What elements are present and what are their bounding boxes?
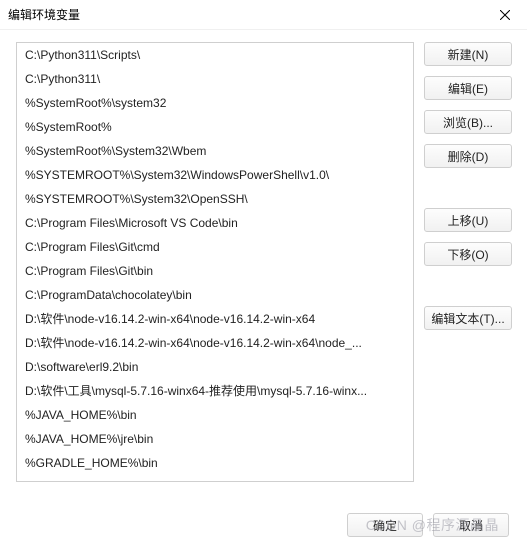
list-item[interactable]: %SYSTEMROOT%\System32\OpenSSH\ bbox=[17, 187, 413, 211]
list-item[interactable]: C:\Program Files\MongoDB\Server\6.0\bin bbox=[17, 475, 413, 482]
list-item[interactable]: C:\Python311\Scripts\ bbox=[17, 43, 413, 67]
new-button[interactable]: 新建(N) bbox=[424, 42, 512, 66]
button-column: 新建(N) 编辑(E) 浏览(B)... 删除(D) 上移(U) 下移(O) 编… bbox=[424, 42, 512, 482]
list-item[interactable]: D:\software\erl9.2\bin bbox=[17, 355, 413, 379]
list-item[interactable]: %SystemRoot% bbox=[17, 115, 413, 139]
ok-button[interactable]: 确定 bbox=[347, 513, 423, 537]
titlebar: 编辑环境变量 bbox=[0, 0, 527, 30]
close-button[interactable] bbox=[483, 0, 527, 30]
list-item[interactable]: D:\软件\工具\mysql-5.7.16-winx64-推荐使用\mysql-… bbox=[17, 379, 413, 403]
browse-button[interactable]: 浏览(B)... bbox=[424, 110, 512, 134]
list-item[interactable]: C:\Python311\ bbox=[17, 67, 413, 91]
list-item[interactable]: C:\ProgramData\chocolatey\bin bbox=[17, 283, 413, 307]
list-item[interactable]: %GRADLE_HOME%\bin bbox=[17, 451, 413, 475]
edittext-button[interactable]: 编辑文本(T)... bbox=[424, 306, 512, 330]
spacer bbox=[424, 178, 512, 198]
list-item[interactable]: C:\Program Files\Git\bin bbox=[17, 259, 413, 283]
list-item[interactable]: %SystemRoot%\system32 bbox=[17, 91, 413, 115]
content-area: C:\Python311\Scripts\C:\Python311\%Syste… bbox=[0, 30, 527, 482]
movedown-button[interactable]: 下移(O) bbox=[424, 242, 512, 266]
list-item[interactable]: D:\软件\node-v16.14.2-win-x64\node-v16.14.… bbox=[17, 331, 413, 355]
list-item[interactable]: %SYSTEMROOT%\System32\WindowsPowerShell\… bbox=[17, 163, 413, 187]
moveup-button[interactable]: 上移(U) bbox=[424, 208, 512, 232]
path-listbox[interactable]: C:\Python311\Scripts\C:\Python311\%Syste… bbox=[16, 42, 414, 482]
list-item[interactable]: D:\软件\node-v16.14.2-win-x64\node-v16.14.… bbox=[17, 307, 413, 331]
close-icon bbox=[500, 10, 510, 20]
spacer bbox=[424, 276, 512, 296]
list-item[interactable]: %JAVA_HOME%\jre\bin bbox=[17, 427, 413, 451]
list-item[interactable]: C:\Program Files\Microsoft VS Code\bin bbox=[17, 211, 413, 235]
delete-button[interactable]: 删除(D) bbox=[424, 144, 512, 168]
footer-buttons: 确定 取消 bbox=[347, 513, 509, 537]
window-title: 编辑环境变量 bbox=[8, 6, 80, 23]
list-item[interactable]: C:\Program Files\Git\cmd bbox=[17, 235, 413, 259]
list-item[interactable]: %JAVA_HOME%\bin bbox=[17, 403, 413, 427]
cancel-button[interactable]: 取消 bbox=[433, 513, 509, 537]
list-item[interactable]: %SystemRoot%\System32\Wbem bbox=[17, 139, 413, 163]
edit-button[interactable]: 编辑(E) bbox=[424, 76, 512, 100]
